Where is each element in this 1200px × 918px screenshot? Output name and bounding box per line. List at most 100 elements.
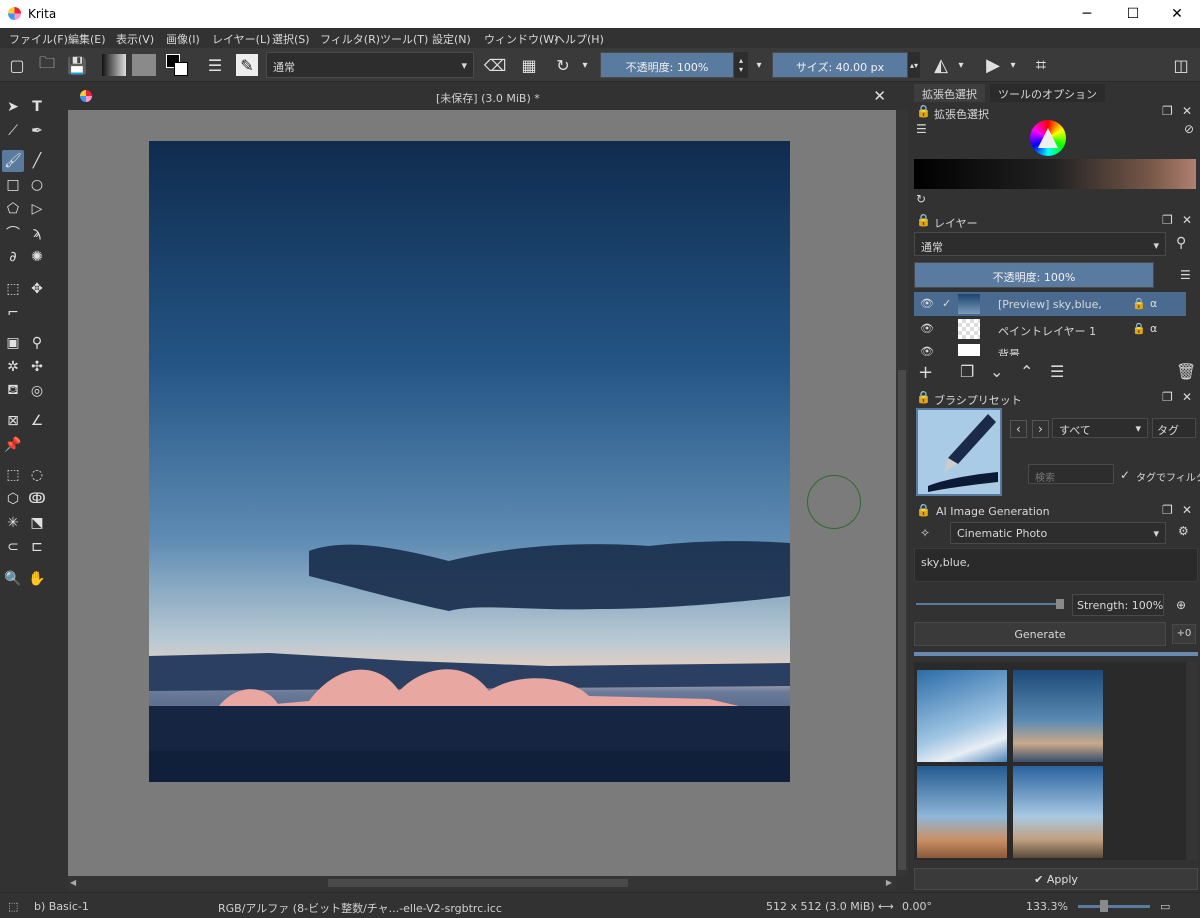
pan-tool-icon[interactable]: ✋: [26, 568, 48, 590]
chevron-down-icon[interactable]: ▾: [1006, 54, 1020, 76]
preset-filter-select[interactable]: すべて ▾: [1052, 418, 1148, 438]
add-control-icon[interactable]: ⊕: [1176, 598, 1186, 612]
history-thumbnail[interactable]: [1013, 670, 1103, 762]
prev-icon[interactable]: ‹: [1010, 420, 1027, 438]
apply-button[interactable]: ✔ Apply: [914, 868, 1198, 890]
alpha-lock-icon[interactable]: ▦: [518, 54, 540, 76]
image-size-label[interactable]: 512 x 512 (3.0 MiB): [766, 900, 875, 913]
menu-select[interactable]: 選択(S): [272, 31, 310, 47]
new-document-icon[interactable]: ▢: [6, 54, 28, 76]
blend-mode-select[interactable]: 通常 ▾: [266, 52, 474, 78]
lock-icon[interactable]: 🔒: [916, 104, 931, 118]
float-panel-icon[interactable]: ❐: [1162, 390, 1173, 404]
next-icon[interactable]: ›: [1032, 420, 1049, 438]
strength-slider-track[interactable]: [916, 603, 1064, 605]
close-document-icon[interactable]: ✕: [873, 87, 886, 105]
multibrush-icon[interactable]: ✺: [26, 246, 48, 268]
close-panel-icon[interactable]: ✕: [1182, 503, 1192, 517]
gradient-tool-icon[interactable]: ▣: [2, 332, 24, 354]
color-wheel[interactable]: [1030, 120, 1066, 156]
float-panel-icon[interactable]: ❐: [1162, 213, 1173, 227]
lock-icon[interactable]: 🔒: [1132, 297, 1146, 310]
strength-slider-handle[interactable]: [1056, 599, 1064, 609]
history-thumbnail[interactable]: [1013, 766, 1103, 858]
bezier-tool-icon[interactable]: ⌒: [2, 222, 24, 244]
pattern-swatch[interactable]: [132, 54, 156, 76]
colorize-mask-icon[interactable]: ✲: [2, 356, 24, 378]
lock-icon[interactable]: 🔒: [916, 503, 931, 517]
move-tool-icon[interactable]: ✥: [26, 278, 48, 300]
alpha-icon[interactable]: α: [1150, 322, 1157, 335]
filter-icon[interactable]: ⚲: [1176, 235, 1186, 251]
close-panel-icon[interactable]: ✕: [1182, 213, 1192, 227]
fill-tool-icon[interactable]: ⛾: [2, 380, 24, 402]
history-thumbnail[interactable]: [917, 766, 1007, 858]
checkbox-icon[interactable]: ✓: [1120, 468, 1130, 482]
save-icon[interactable]: 💾: [66, 54, 88, 76]
eraser-icon[interactable]: ⌫: [484, 54, 507, 76]
add-layer-icon[interactable]: +: [918, 362, 933, 383]
prompt-textarea[interactable]: sky,blue,: [914, 548, 1198, 582]
freehand-brush-icon[interactable]: 🖌: [2, 150, 24, 172]
reload-preset-icon[interactable]: ↻: [552, 54, 574, 76]
horizontal-scroll-thumb[interactable]: [328, 879, 628, 887]
brush-preset-icon[interactable]: ✎: [236, 54, 258, 76]
tab-tool-options[interactable]: ツールのオプション: [990, 84, 1105, 102]
calligraphy-icon[interactable]: ✒: [26, 120, 48, 142]
maximize-button[interactable]: ☐: [1110, 0, 1156, 28]
opacity-slider[interactable]: 不透明度: 100%: [600, 52, 734, 78]
rect-select-icon[interactable]: ⬚: [2, 464, 24, 486]
menu-filter[interactable]: フィルタ(R): [320, 31, 380, 47]
edit-shape-icon[interactable]: ⟋: [2, 120, 24, 142]
color-picker-icon[interactable]: ⚲: [26, 332, 48, 354]
magnetic-select-icon[interactable]: ⊏: [26, 536, 48, 558]
float-panel-icon[interactable]: ❐: [1162, 104, 1173, 118]
color-settings-icon[interactable]: ☰: [916, 122, 927, 136]
dynamic-brush-icon[interactable]: ∂: [2, 246, 24, 268]
minimize-button[interactable]: ─: [1064, 0, 1110, 28]
transform-tool-icon[interactable]: ⬚: [2, 278, 24, 300]
brush-preset-thumbnail[interactable]: [916, 408, 1002, 496]
chevron-down-icon[interactable]: ▾: [578, 54, 592, 76]
menu-settings[interactable]: 設定(N): [432, 31, 471, 47]
preset-search-input[interactable]: 検索: [1028, 464, 1114, 484]
document-tab[interactable]: [未保存] (3.0 MiB) * ✕: [68, 84, 896, 110]
move-down-icon[interactable]: ⌄: [990, 362, 1003, 381]
history-thumbnail[interactable]: [917, 670, 1007, 762]
close-panel-icon[interactable]: ✕: [1182, 390, 1192, 404]
eye-icon[interactable]: 👁: [920, 345, 934, 356]
canvas-only-icon[interactable]: ◫: [1170, 54, 1192, 76]
settings-gear-icon[interactable]: ⚙: [1178, 524, 1189, 538]
line-tool-icon[interactable]: ╱: [26, 150, 48, 172]
freehand-select-icon[interactable]: ↂ: [26, 488, 48, 510]
size-slider[interactable]: サイズ: 40.00 px: [772, 52, 908, 78]
batch-count-button[interactable]: +0: [1172, 624, 1196, 644]
move-up-icon[interactable]: ⌃: [1020, 362, 1033, 381]
delete-layer-icon[interactable]: 🗑: [1176, 362, 1196, 381]
vertical-scrollbar[interactable]: [896, 110, 908, 876]
menu-tools[interactable]: ツール(T): [380, 31, 428, 47]
zoom-slider[interactable]: [1078, 905, 1150, 908]
fg-bg-color-icon[interactable]: [166, 54, 188, 76]
brush-tip-icon[interactable]: ⬚: [8, 900, 18, 913]
size-spin-icon[interactable]: ▴▾: [908, 52, 920, 78]
eye-icon[interactable]: 👁: [920, 322, 934, 335]
smart-patch-icon[interactable]: ✣: [26, 356, 48, 378]
polygon-select-icon[interactable]: ⬡: [2, 488, 24, 510]
menu-layer[interactable]: レイヤー(L): [212, 31, 270, 47]
polygon-tool-icon[interactable]: ⬠: [2, 198, 24, 220]
scroll-left-icon[interactable]: ◀: [70, 878, 76, 887]
style-select[interactable]: Cinematic Photo ▾: [950, 522, 1166, 544]
reference-pin-icon[interactable]: 📌: [2, 434, 24, 456]
layer-menu-icon[interactable]: ☰: [1180, 268, 1191, 282]
freehand-path-icon[interactable]: ϡ: [26, 222, 48, 244]
menu-edit[interactable]: 編集(E): [68, 31, 106, 47]
lock-icon[interactable]: 🔒: [916, 390, 931, 404]
layer-row[interactable]: 👁 ✓ [Preview] sky,blue, 🔒 α: [914, 292, 1186, 316]
menu-help[interactable]: ヘルプ(H): [554, 31, 604, 47]
mirror-vertical-icon[interactable]: ▶: [982, 54, 1004, 76]
gradient-swatch[interactable]: [102, 54, 126, 76]
bezier-select-icon[interactable]: ⊂: [2, 536, 24, 558]
rotation-icon[interactable]: ⟷: [878, 900, 894, 913]
alpha-icon[interactable]: α: [1150, 297, 1157, 310]
